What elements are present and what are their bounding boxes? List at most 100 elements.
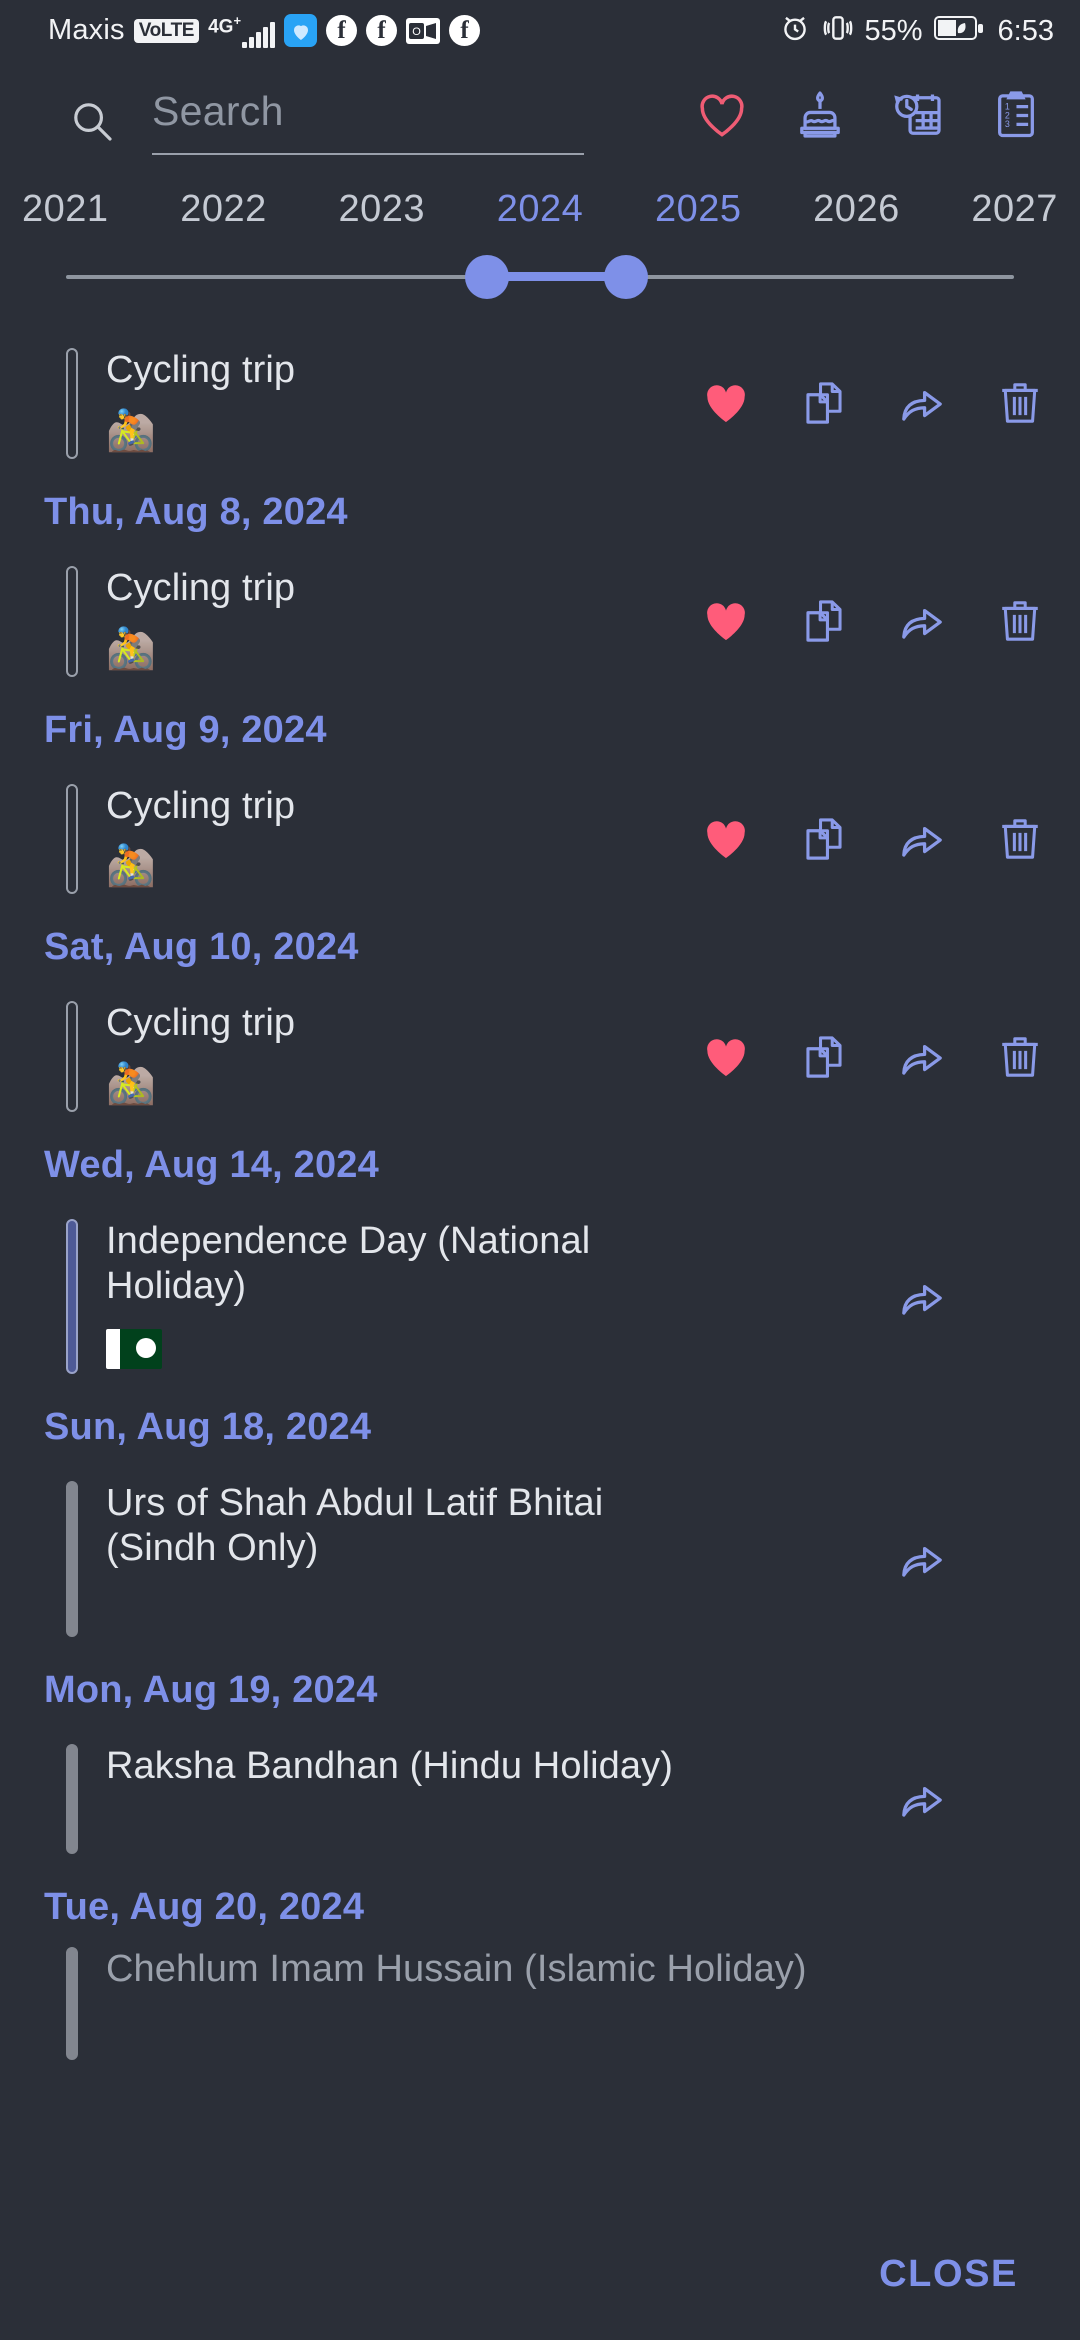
event-main: Chehlum Imam Hussain (Islamic Holiday) — [106, 1947, 1046, 2060]
holiday-row[interactable]: Urs of Shah Abdul Latif Bhitai (Sindh On… — [0, 1463, 1080, 1655]
event-color-bar — [66, 1480, 78, 1637]
flag-pakistan-icon — [106, 1328, 162, 1369]
event-row[interactable]: Cycling trip 🚵 — [0, 330, 1080, 477]
duplicate-icon[interactable] — [798, 813, 850, 865]
share-icon[interactable] — [896, 1533, 948, 1585]
checklist-clipboard-icon[interactable]: 1 2 3 — [986, 85, 1046, 145]
year-label-2026[interactable]: 2026 — [813, 188, 900, 231]
event-actions — [680, 813, 1046, 865]
network-indicator: 4G+ — [208, 12, 276, 49]
event-row[interactable]: Cycling trip 🚵 — [0, 548, 1080, 695]
battery-percent-label: 55% — [864, 14, 923, 47]
duplicate-icon[interactable] — [798, 377, 850, 429]
birthday-cake-icon[interactable] — [790, 85, 850, 145]
event-color-bar — [66, 1219, 78, 1374]
share-icon[interactable] — [896, 595, 948, 647]
header-actions: 1 2 3 — [692, 85, 1046, 145]
carrier-label: Maxis — [48, 14, 125, 47]
year-label-2022[interactable]: 2022 — [180, 188, 267, 231]
share-icon[interactable] — [896, 377, 948, 429]
share-icon[interactable] — [896, 1271, 948, 1323]
year-label-2023[interactable]: 2023 — [338, 188, 425, 231]
list-item-partial[interactable]: Chehlum Imam Hussain (Islamic Holiday) — [0, 1943, 1080, 2078]
event-actions — [680, 1533, 1046, 1585]
heart-filled-icon[interactable] — [700, 813, 752, 865]
event-main: Cycling trip 🚵 — [106, 1001, 680, 1112]
date-header: Fri, Aug 9, 2024 — [44, 708, 327, 751]
holiday-row[interactable]: Independence Day (National Holiday) — [0, 1201, 1080, 1392]
year-labels: 2021 2022 2023 2024 2025 2026 2027 — [10, 180, 1070, 231]
event-main: Urs of Shah Abdul Latif Bhitai (Sindh On… — [106, 1481, 680, 1637]
year-label-2021[interactable]: 2021 — [22, 188, 109, 231]
event-title: Chehlum Imam Hussain (Islamic Holiday) — [106, 1948, 807, 1991]
heart-filled-icon[interactable] — [700, 377, 752, 429]
delete-icon[interactable] — [994, 377, 1046, 429]
event-actions — [680, 1271, 1046, 1323]
year-label-2025[interactable]: 2025 — [655, 188, 742, 231]
year-range-slider[interactable] — [66, 245, 1014, 309]
event-title: Cycling trip — [106, 1002, 296, 1045]
event-title: Raksha Bandhan (Hindu Holiday) — [106, 1744, 673, 1787]
heart-filled-icon[interactable] — [700, 1031, 752, 1083]
search-bar[interactable]: Search — [60, 88, 692, 155]
date-header: Wed, Aug 14, 2024 — [44, 1144, 379, 1187]
event-title: Cycling trip — [106, 566, 296, 609]
battery-saver-icon — [933, 13, 984, 50]
event-main: Cycling trip 🚵 — [106, 784, 680, 895]
network-type-label: 4G+ — [208, 12, 242, 38]
event-title: Cycling trip — [106, 349, 296, 391]
facebook-icon: f — [366, 15, 398, 47]
heart-filled-icon[interactable] — [700, 595, 752, 647]
calendar-events-screen: Maxis VoLTE 4G+ f f O f 55% 6:53 Search … — [0, 0, 1080, 2340]
event-actions — [680, 377, 1046, 429]
vibrate-icon — [822, 12, 854, 51]
svg-text:3: 3 — [1005, 119, 1010, 129]
date-header: Tue, Aug 20, 2024 — [44, 1886, 365, 1929]
clock-label: 6:53 — [997, 14, 1054, 47]
event-list[interactable]: Cycling trip 🚵 Thu, Aug 8, 2024 Cycling tri… — [0, 330, 1080, 2208]
event-title: Cycling trip — [106, 784, 296, 827]
status-bar: Maxis VoLTE 4G+ f f O f 55% 6:53 — [0, 0, 1080, 62]
event-emoji: 🚵 — [106, 626, 156, 671]
event-row[interactable]: Cycling trip 🚵 — [0, 766, 1080, 913]
svg-text:O: O — [412, 26, 421, 38]
date-header: Sun, Aug 18, 2024 — [44, 1405, 372, 1448]
event-title: Independence Day (National Holiday) — [106, 1220, 591, 1308]
outlook-icon: O — [406, 17, 441, 44]
event-actions — [680, 1773, 1046, 1825]
event-emoji-empty — [106, 1589, 680, 1637]
slider-thumb-end[interactable] — [604, 255, 649, 299]
event-color-bar — [66, 348, 78, 459]
event-row[interactable]: Cycling trip 🚵 — [0, 983, 1080, 1130]
calendar-clock-icon[interactable] — [888, 85, 948, 145]
dialog-footer: CLOSE — [0, 2208, 1080, 2340]
event-main: Cycling trip 🚵 — [106, 566, 680, 677]
year-range-selector[interactable]: 2021 2022 2023 2024 2025 2026 2027 — [0, 180, 1080, 330]
holiday-row[interactable]: Raksha Bandhan (Hindu Holiday) — [0, 1726, 1080, 1873]
search-icon[interactable] — [60, 89, 124, 153]
date-header: Mon, Aug 19, 2024 — [44, 1668, 378, 1711]
event-emoji: 🚵 — [106, 844, 156, 889]
event-color-bar — [66, 783, 78, 895]
duplicate-icon[interactable] — [798, 595, 850, 647]
delete-icon[interactable] — [994, 813, 1046, 865]
share-icon[interactable] — [896, 813, 948, 865]
share-icon[interactable] — [896, 1773, 948, 1825]
event-color-bar — [66, 1001, 78, 1113]
slider-thumb-start[interactable] — [465, 255, 510, 299]
event-title: Urs of Shah Abdul Latif Bhitai (Sindh On… — [106, 1481, 604, 1569]
delete-icon[interactable] — [994, 1031, 1046, 1083]
favorites-icon[interactable] — [692, 85, 752, 145]
share-icon[interactable] — [896, 1031, 948, 1083]
event-actions — [680, 595, 1046, 647]
search-input[interactable]: Search — [152, 88, 584, 155]
alarm-icon — [779, 12, 811, 51]
delete-icon[interactable] — [994, 595, 1046, 647]
year-label-2024[interactable]: 2024 — [497, 188, 584, 231]
event-emoji: 🚵 — [106, 408, 156, 453]
duplicate-icon[interactable] — [798, 1031, 850, 1083]
close-button[interactable]: CLOSE — [879, 2253, 1018, 2296]
event-main: Cycling trip 🚵 — [106, 348, 680, 459]
year-label-2027[interactable]: 2027 — [971, 188, 1058, 231]
event-color-bar — [66, 1743, 78, 1855]
